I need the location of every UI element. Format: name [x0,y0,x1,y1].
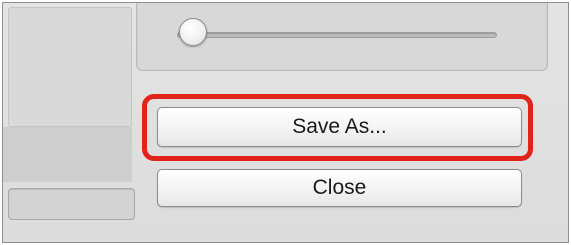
slider-knob[interactable] [179,18,207,46]
save-as-label: Save As... [292,115,387,138]
save-as-button[interactable]: Save As... [157,107,522,147]
side-field [8,188,135,220]
dialog-window: Save As... Close [2,2,569,243]
close-label: Close [312,176,367,199]
side-divider [3,127,132,182]
close-button[interactable]: Close [157,169,522,207]
slider-group [136,3,548,71]
slider-track[interactable] [177,32,497,38]
preview-panel [8,7,132,127]
